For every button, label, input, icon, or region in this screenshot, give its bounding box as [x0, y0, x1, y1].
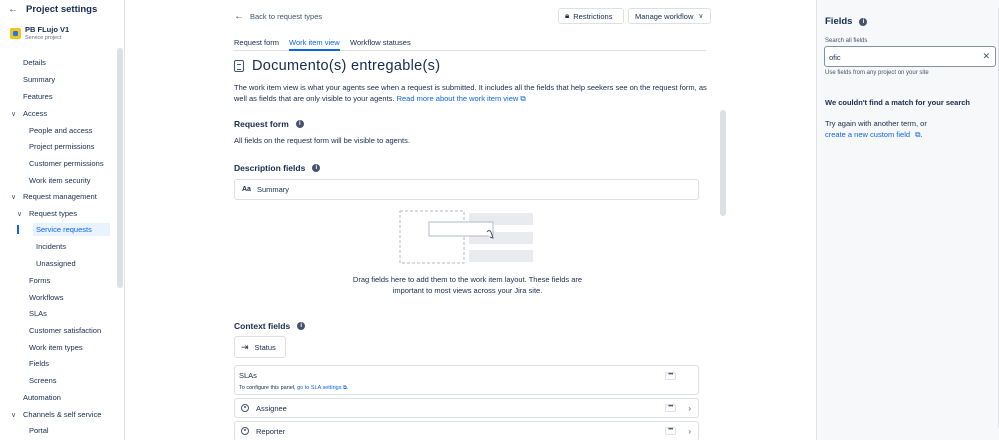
- tab-bar: Request form Work item view Workflow sta…: [234, 37, 706, 51]
- sidebar-item-unassigned[interactable]: Unassigned: [36, 257, 113, 270]
- restrictions-button[interactable]: 🔒︎ Restrictions: [558, 8, 624, 24]
- project-switcher[interactable]: PB FLujo V1 Service project: [10, 25, 69, 41]
- project-avatar-icon: [10, 28, 21, 39]
- tab-request-form[interactable]: Request form: [234, 38, 279, 47]
- context-fields-section-title: Context fields i: [234, 321, 306, 331]
- sidebar-item-portal[interactable]: Portal: [29, 424, 113, 437]
- external-link-icon: ⧉: [520, 94, 526, 103]
- chevron-down-icon: ∨: [11, 411, 17, 419]
- main-scrollbar[interactable]: [720, 110, 726, 216]
- person-icon: [241, 427, 249, 435]
- back-arrow-icon[interactable]: ←: [8, 4, 20, 15]
- project-type: Service project: [25, 35, 62, 41]
- sidebar-group-channels[interactable]: ∨ Channels & self service: [11, 408, 113, 421]
- request-form-section-title: Request form i: [234, 119, 304, 129]
- chevron-right-icon[interactable]: ›: [688, 404, 691, 413]
- status-arrow-icon: ⇥: [241, 341, 249, 352]
- chevron-down-icon: ∨: [11, 110, 17, 118]
- chevron-down-icon: ∨: [11, 193, 17, 201]
- slas-configure-note: To configure this panel, go to SLA setti…: [239, 385, 349, 391]
- sidebar-scrollbar[interactable]: [117, 48, 123, 288]
- drop-zone-illustration: [399, 210, 533, 264]
- sidebar-item-service-requests[interactable]: Service requests: [17, 223, 110, 236]
- slas-panel-title: SLAs: [239, 371, 257, 380]
- drop-zone-text: Drag fields here to add them to the work…: [352, 275, 583, 295]
- sla-settings-link[interactable]: go to SLA settings: [297, 385, 341, 391]
- sidebar-group-request-management[interactable]: ∨ Request management: [11, 190, 113, 203]
- reporter-field-row[interactable]: Reporter ••• ›: [234, 421, 699, 440]
- tab-workflow-statuses[interactable]: Workflow statuses: [350, 38, 411, 47]
- request-form-note: All fields on the request form will be v…: [234, 136, 410, 145]
- chevron-down-icon: ∨: [698, 13, 704, 20]
- info-icon[interactable]: i: [312, 164, 321, 172]
- arrow-left-icon: ←: [234, 11, 244, 22]
- page-description: The work item view is what your agents s…: [234, 83, 707, 103]
- info-icon[interactable]: i: [297, 322, 306, 330]
- tab-work-item-view[interactable]: Work item view: [289, 38, 340, 51]
- slas-panel[interactable]: SLAs To configure this panel, go to SLA …: [234, 365, 699, 395]
- sidebar-item-work-item-security[interactable]: Work item security: [29, 174, 113, 187]
- description-fields-section-title: Description fields i: [234, 163, 321, 173]
- summary-field-row[interactable]: Aa Summary: [234, 179, 699, 200]
- fields-panel: Fields i Search all fields ✕ Use fields …: [816, 0, 999, 440]
- manage-workflow-button[interactable]: Manage workflow ∨: [628, 8, 711, 24]
- status-field-chip[interactable]: ⇥ Status: [234, 336, 286, 358]
- sidebar-item-automation[interactable]: Automation: [23, 391, 113, 404]
- assignee-field-row[interactable]: Assignee ••• ›: [234, 398, 699, 418]
- sidebar-item-project-permissions[interactable]: Project permissions: [29, 140, 113, 153]
- search-label: Search all fields: [825, 38, 868, 44]
- more-actions-icon[interactable]: •••: [665, 427, 676, 435]
- clear-icon[interactable]: ✕: [982, 51, 990, 62]
- sidebar-group-access[interactable]: ∨ Access: [11, 107, 113, 120]
- info-icon[interactable]: i: [859, 17, 868, 26]
- no-match-message: We couldn't find a match for your search: [825, 98, 971, 107]
- sidebar: ← Project settings PB FLujo V1 Service p…: [0, 0, 125, 440]
- sidebar-item-workflows[interactable]: Workflows: [29, 291, 113, 304]
- read-more-link[interactable]: Read more about the work item view: [397, 94, 519, 103]
- fields-panel-title: Fields i: [825, 16, 868, 27]
- sidebar-item-summary[interactable]: Summary: [23, 73, 113, 86]
- selection-indicator: [17, 225, 19, 234]
- sidebar-item-incidents[interactable]: Incidents: [36, 240, 113, 253]
- sidebar-group-request-types[interactable]: ∨ Request types: [17, 207, 113, 220]
- sidebar-item-screens[interactable]: Screens: [29, 374, 113, 387]
- search-input[interactable]: [829, 50, 979, 64]
- project-name: PB FLujo V1: [25, 25, 70, 34]
- main-content: ← Back to request types 🔒︎ Restrictions …: [126, 0, 816, 440]
- sidebar-item-customer-satisfaction[interactable]: Customer satisfaction: [29, 324, 113, 337]
- retry-message: Try again with another term, or create a…: [825, 119, 927, 139]
- info-icon[interactable]: i: [295, 120, 304, 128]
- sidebar-item-fields[interactable]: Fields: [29, 357, 113, 370]
- external-link-icon: ⧉: [342, 385, 347, 391]
- text-field-icon: Aa: [242, 186, 251, 193]
- chevron-right-icon[interactable]: ›: [688, 427, 691, 436]
- sidebar-item-work-item-types[interactable]: Work item types: [29, 341, 113, 354]
- request-type-icon: [234, 60, 244, 72]
- sidebar-item-details[interactable]: Details: [23, 56, 113, 69]
- lock-icon: 🔒︎: [565, 11, 570, 20]
- search-hint: Use fields from any project on your site: [825, 70, 929, 76]
- sidebar-item-people-and-access[interactable]: People and access: [29, 124, 113, 137]
- sidebar-item-slas[interactable]: SLAs: [29, 307, 113, 320]
- external-link-icon: ⧉: [915, 130, 921, 139]
- sidebar-header: ← Project settings: [0, 0, 124, 18]
- sidebar-item-features[interactable]: Features: [23, 90, 113, 103]
- chevron-down-icon: ∨: [17, 210, 23, 218]
- back-to-request-types-link[interactable]: ← Back to request types: [234, 11, 322, 22]
- sidebar-item-customer-permissions[interactable]: Customer permissions: [29, 157, 113, 170]
- page-title: Documento(s) entregable(s): [234, 58, 440, 74]
- more-actions-icon[interactable]: •••: [665, 404, 676, 412]
- more-actions-icon[interactable]: •••: [665, 372, 676, 380]
- sidebar-title: Project settings: [26, 3, 98, 15]
- create-custom-field-link[interactable]: create a new custom field: [825, 130, 910, 139]
- person-icon: [241, 404, 249, 412]
- sidebar-item-forms[interactable]: Forms: [29, 274, 113, 287]
- search-field[interactable]: ✕: [824, 46, 996, 67]
